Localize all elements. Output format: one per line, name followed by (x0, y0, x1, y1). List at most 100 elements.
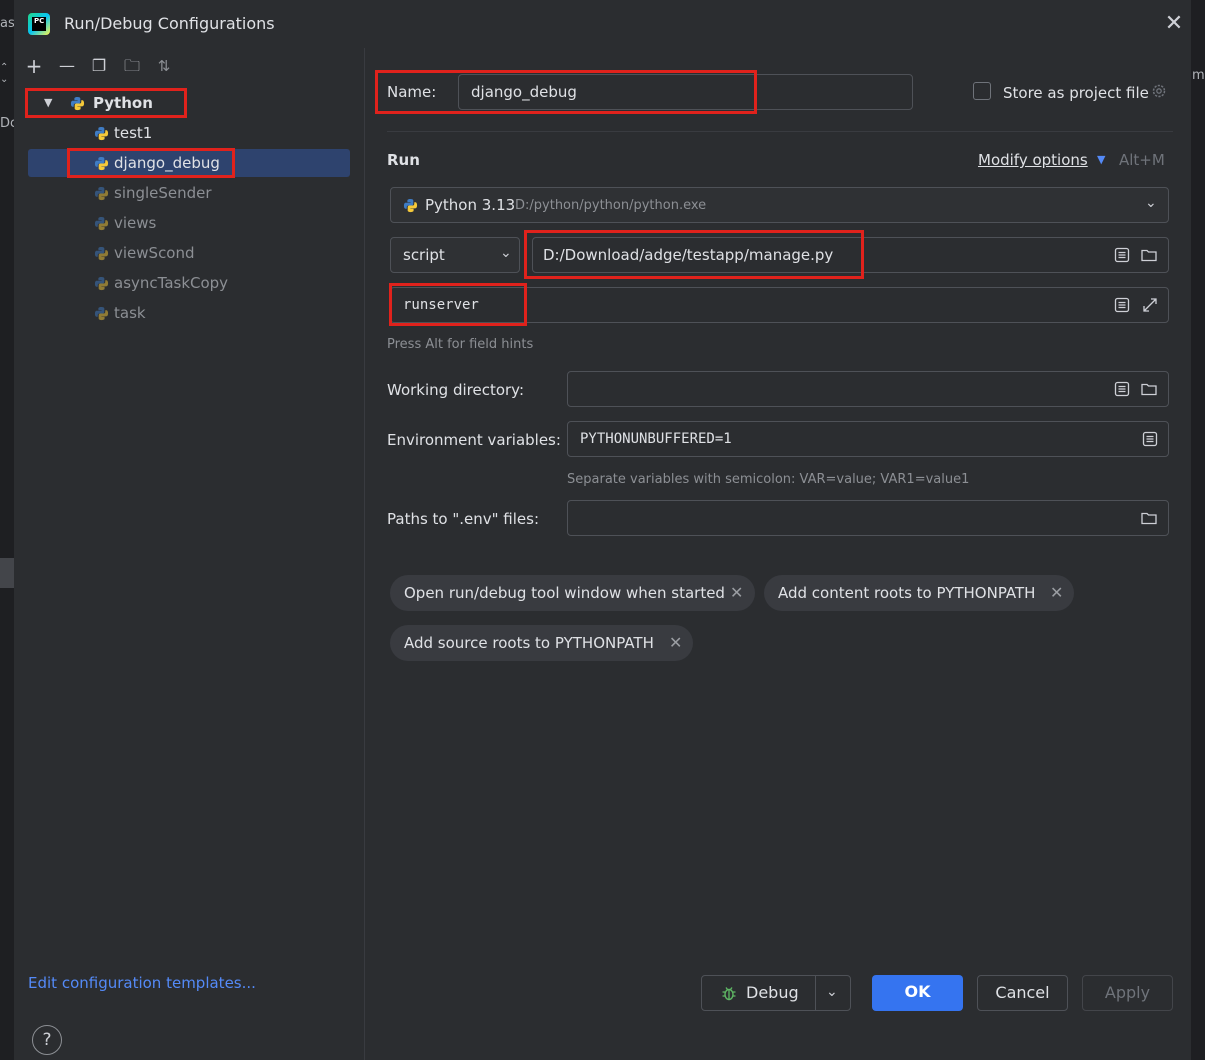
name-value: django_debug (471, 83, 577, 101)
python-icon (94, 216, 109, 231)
interpreter-name: Python 3.13 (425, 196, 516, 214)
edit-templates-link[interactable]: Edit configuration templates... (28, 974, 256, 992)
pycharm-logo-icon: PC (28, 13, 50, 35)
python-icon (403, 198, 418, 213)
bug-icon (722, 987, 736, 1001)
env-vars-label: Environment variables: (387, 431, 561, 449)
expand-text-icon[interactable] (1113, 296, 1131, 314)
tree-item-viewscond[interactable]: viewScond (28, 239, 350, 267)
modify-shortcut: Alt+M (1119, 151, 1165, 169)
tree-item-views[interactable]: views (28, 209, 350, 237)
background-tab (0, 558, 14, 588)
folder-icon[interactable] (1140, 380, 1158, 398)
chip-label: Add content roots to PYTHONPATH (778, 584, 1036, 602)
chevron-down-icon[interactable]: ⌄ (1145, 195, 1157, 211)
background-text: Dc (0, 116, 14, 131)
python-icon (94, 186, 109, 201)
modify-options-link[interactable]: Modify options (978, 151, 1088, 169)
close-icon[interactable]: ✕ (1162, 12, 1186, 36)
tree-item-label: django_debug (114, 154, 220, 172)
close-icon[interactable]: ✕ (1050, 575, 1063, 611)
python-icon (94, 246, 109, 261)
tree-item-task[interactable]: task (28, 299, 350, 327)
add-icon[interactable]: + (22, 54, 46, 78)
parameters-value: runserver (403, 297, 479, 313)
script-path-value: D:/Download/adge/testapp/manage.py (543, 246, 834, 264)
remove-icon[interactable]: — (55, 54, 79, 78)
folder-icon[interactable] (1140, 246, 1158, 264)
run-type-select[interactable]: script ⌄ (390, 237, 520, 273)
chevron-down-icon[interactable]: ▼ (1097, 153, 1105, 166)
close-icon[interactable]: ✕ (730, 575, 743, 611)
configurations-tree-panel: + — ❐ 🗀 ⇅ ▼ Python test1 django_debug si… (14, 48, 365, 1060)
cancel-button[interactable]: Cancel (977, 975, 1068, 1011)
tree-item-label: singleSender (114, 184, 212, 202)
expand-text-icon[interactable] (1113, 380, 1131, 398)
python-icon (94, 306, 109, 321)
logo-badge: PC (34, 17, 45, 25)
background-text: as (0, 16, 14, 31)
python-icon (70, 96, 85, 111)
tree-item-label: asyncTaskCopy (114, 274, 229, 292)
dotenv-label: Paths to ".env" files: (387, 510, 540, 528)
run-debug-dialog: PC Run/Debug Configurations ✕ + — ❐ 🗀 ⇅ … (14, 0, 1191, 1060)
edit-env-icon[interactable] (1141, 430, 1159, 448)
new-folder-icon[interactable]: 🗀 (120, 54, 144, 78)
background-text: m (1192, 68, 1205, 83)
title-bar: PC Run/Debug Configurations ✕ (14, 0, 1191, 48)
configuration-form: Name: django_debug Store as project file… (365, 48, 1191, 1060)
divider (387, 131, 1173, 132)
script-path-field[interactable]: D:/Download/adge/testapp/manage.py (532, 237, 1169, 273)
dialog-title: Run/Debug Configurations (64, 14, 275, 33)
python-icon (94, 156, 109, 171)
tree-group-label: Python (93, 94, 153, 112)
tree-item-label: viewScond (114, 244, 195, 262)
name-label: Name: (387, 83, 437, 101)
copy-icon[interactable]: ❐ (87, 54, 111, 78)
tree-item-test1[interactable]: test1 (28, 119, 350, 147)
tree-item-label: views (114, 214, 157, 232)
env-vars-hint: Separate variables with semicolon: VAR=v… (567, 472, 970, 487)
python-icon (94, 276, 109, 291)
chevron-down-icon[interactable]: ⌄ (500, 245, 512, 261)
expand-editor-icon[interactable] (1141, 296, 1159, 314)
background-ide-right (1191, 0, 1205, 1060)
chevron-down-icon[interactable]: ⌄ (826, 975, 838, 1009)
background-scroll-arrows: ⌃ ⌄ (0, 62, 9, 85)
chevron-down-icon[interactable]: ▼ (44, 89, 52, 117)
chip-label: Add source roots to PYTHONPATH (404, 634, 654, 652)
tree-item-django-debug[interactable]: django_debug (28, 149, 350, 177)
expand-text-icon[interactable] (1113, 246, 1131, 264)
chip-label: Open run/debug tool window when started (404, 584, 725, 602)
working-dir-label: Working directory: (387, 381, 525, 399)
tree-item-singlesender[interactable]: singleSender (28, 179, 350, 207)
debug-button[interactable]: Debug ⌄ (701, 975, 851, 1011)
store-project-label[interactable]: Store as project file (1003, 84, 1149, 102)
apply-button[interactable]: Apply (1082, 975, 1173, 1011)
sort-icon[interactable]: ⇅ (152, 54, 176, 78)
option-chip-content-roots[interactable]: Add content roots to PYTHONPATH ✕ (764, 575, 1074, 611)
option-chip-open-tool-window[interactable]: Open run/debug tool window when started … (390, 575, 755, 611)
ok-button[interactable]: OK (872, 975, 963, 1011)
help-button[interactable]: ? (32, 1025, 62, 1055)
tree-item-asynctaskcopy[interactable]: asyncTaskCopy (28, 269, 350, 297)
background-ide-left (0, 0, 14, 1060)
env-vars-field[interactable]: PYTHONUNBUFFERED=1 (567, 421, 1169, 457)
dotenv-field[interactable] (567, 500, 1169, 536)
interpreter-select[interactable]: Python 3.13 D:/python/python/python.exe … (390, 187, 1169, 223)
gear-icon[interactable] (1150, 82, 1168, 100)
divider (815, 976, 816, 1010)
run-type-value: script (403, 246, 445, 264)
working-dir-field[interactable] (567, 371, 1169, 407)
tree-group-python[interactable]: ▼ Python (28, 89, 350, 117)
interpreter-path: D:/python/python/python.exe (515, 198, 707, 213)
close-icon[interactable]: ✕ (669, 625, 682, 661)
name-field[interactable]: django_debug (458, 74, 913, 110)
folder-icon[interactable] (1140, 509, 1158, 527)
section-title: Run (387, 151, 420, 169)
debug-label: Debug (746, 983, 799, 1002)
option-chip-source-roots[interactable]: Add source roots to PYTHONPATH ✕ (390, 625, 693, 661)
field-hint: Press Alt for field hints (387, 337, 534, 352)
parameters-field[interactable]: runserver (390, 287, 1169, 323)
store-project-checkbox[interactable] (973, 82, 991, 100)
